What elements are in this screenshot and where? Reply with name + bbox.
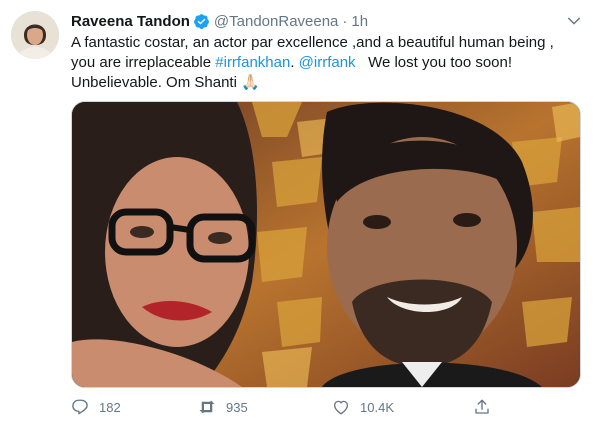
tweet-text: A fantastic costar, an actor par excelle… <box>71 33 581 93</box>
tweet-text-line: you are irreplaceable #irrfankhan. @irrf… <box>71 53 581 73</box>
tweet-text-line: Unbelievable. Om Shanti 🙏🏻 <box>71 74 260 91</box>
avatar[interactable] <box>11 11 59 59</box>
like-button[interactable]: 10.4K <box>332 398 473 416</box>
author-handle[interactable]: @TandonRaveena <box>214 13 338 30</box>
author-name[interactable]: Raveena Tandon <box>71 13 190 30</box>
avatar-image <box>11 11 59 59</box>
tweet-text-segment: We lost you too soon! <box>355 54 513 71</box>
retweet-button[interactable]: 935 <box>198 398 332 416</box>
verified-badge-icon <box>193 13 209 29</box>
separator-dot: · <box>342 12 348 30</box>
heart-icon <box>333 400 349 415</box>
chevron-down-icon[interactable] <box>565 12 583 30</box>
tweet-actions: 182 935 10.4K <box>71 396 501 418</box>
photo-image <box>72 102 580 387</box>
share-icon <box>475 399 489 414</box>
tweet-text-segment: you are irreplaceable <box>71 54 216 71</box>
retweet-count: 935 <box>226 399 248 415</box>
tweet-header: Raveena Tandon @TandonRaveena · 1h <box>71 11 583 31</box>
tweet[interactable]: Raveena Tandon @TandonRaveena · 1h A fan… <box>0 0 597 430</box>
tweet-text-line: A fantastic costar, an actor par excelle… <box>71 34 554 51</box>
tweet-photo[interactable] <box>71 101 581 388</box>
share-button[interactable] <box>473 398 501 416</box>
mention-link[interactable]: @irrfank <box>299 54 356 71</box>
hashtag-link[interactable]: #irrfankhan <box>215 54 290 71</box>
reply-count: 182 <box>99 399 121 415</box>
retweet-icon <box>199 400 215 414</box>
reply-icon <box>72 399 88 415</box>
like-count: 10.4K <box>360 399 395 415</box>
tweet-text-segment: . <box>290 54 299 71</box>
timestamp[interactable]: 1h <box>351 13 368 30</box>
reply-button[interactable]: 182 <box>71 398 198 416</box>
